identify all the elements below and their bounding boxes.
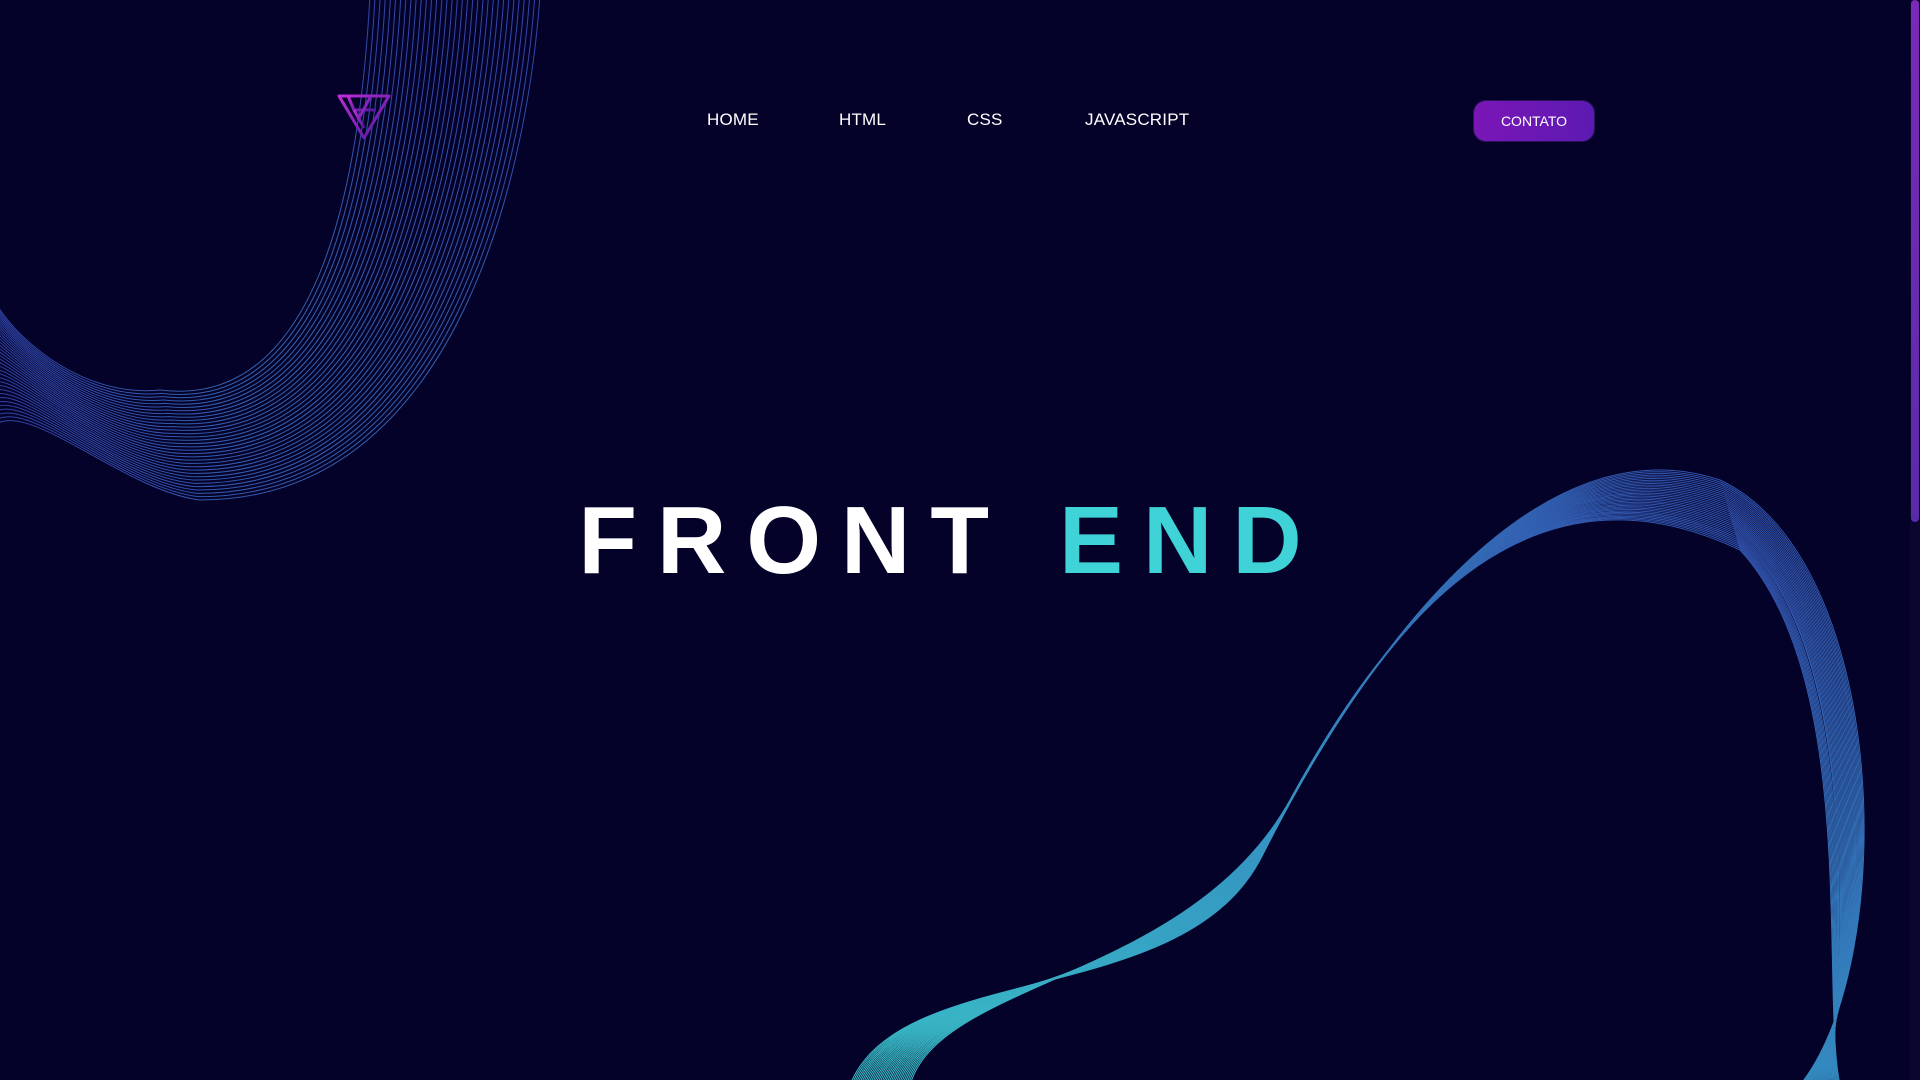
wave-line [0,0,417,421]
hero-title-word-front: FRONT [578,487,1009,594]
wave-line [0,0,391,405]
wave-line [0,0,402,412]
wave-line [0,0,479,461]
scrollbar-thumb[interactable] [1911,0,1919,522]
wave-line [0,0,412,418]
wave-line [0,0,530,494]
wave-line [0,0,463,451]
wave-line [907,516,1838,1080]
wave-line [898,510,1839,1080]
wave-line [0,0,474,458]
wave-line [0,0,541,501]
contato-button[interactable]: CONTATO [1474,101,1594,141]
wave-line [0,0,453,444]
hero-title-word-end: END [1058,487,1322,594]
wave-line [0,0,381,399]
wave-line [0,0,499,474]
nav-link-html[interactable]: HTML [839,108,886,132]
wave-line [0,0,396,408]
wave-line [0,0,484,464]
wave-line [0,0,525,491]
wave-line [0,0,494,471]
wave-line [0,0,438,434]
wave-line [0,0,432,431]
page-scrollbar[interactable] [1910,0,1920,1080]
top-left-wave-lines [0,0,541,501]
wave-line [0,0,422,425]
wave-line [0,0,510,481]
wave-line [904,514,1836,1080]
nav-link-javascript[interactable]: JAVASCRIPT [1085,108,1189,132]
wave-line [0,0,371,392]
wave-line [0,0,443,438]
wave-line [0,0,535,498]
wave-line [0,0,505,478]
wave-line [909,518,1839,1080]
wave-line [0,0,515,484]
wave-line [0,0,520,488]
wave-line [0,0,386,402]
wave-line [0,0,376,395]
wave-line [0,0,489,468]
main-navigation: HOME HTML CSS JAVASCRIPT [0,108,1900,132]
wave-line [0,0,448,441]
wave-line [0,0,469,454]
wave-line [0,0,407,415]
wave-line [900,511,1838,1080]
wave-line [911,519,1840,1080]
nav-link-home[interactable]: HOME [707,108,759,132]
wave-line [905,515,1837,1080]
landing-page: HOME HTML CSS JAVASCRIPT CONTATO FRONT EN… [0,0,1920,1080]
nav-link-css[interactable]: CSS [967,108,1003,132]
wave-line [902,513,1837,1080]
hero-title: FRONT END [0,486,1910,596]
wave-line [0,0,458,448]
wave-line [0,0,427,428]
